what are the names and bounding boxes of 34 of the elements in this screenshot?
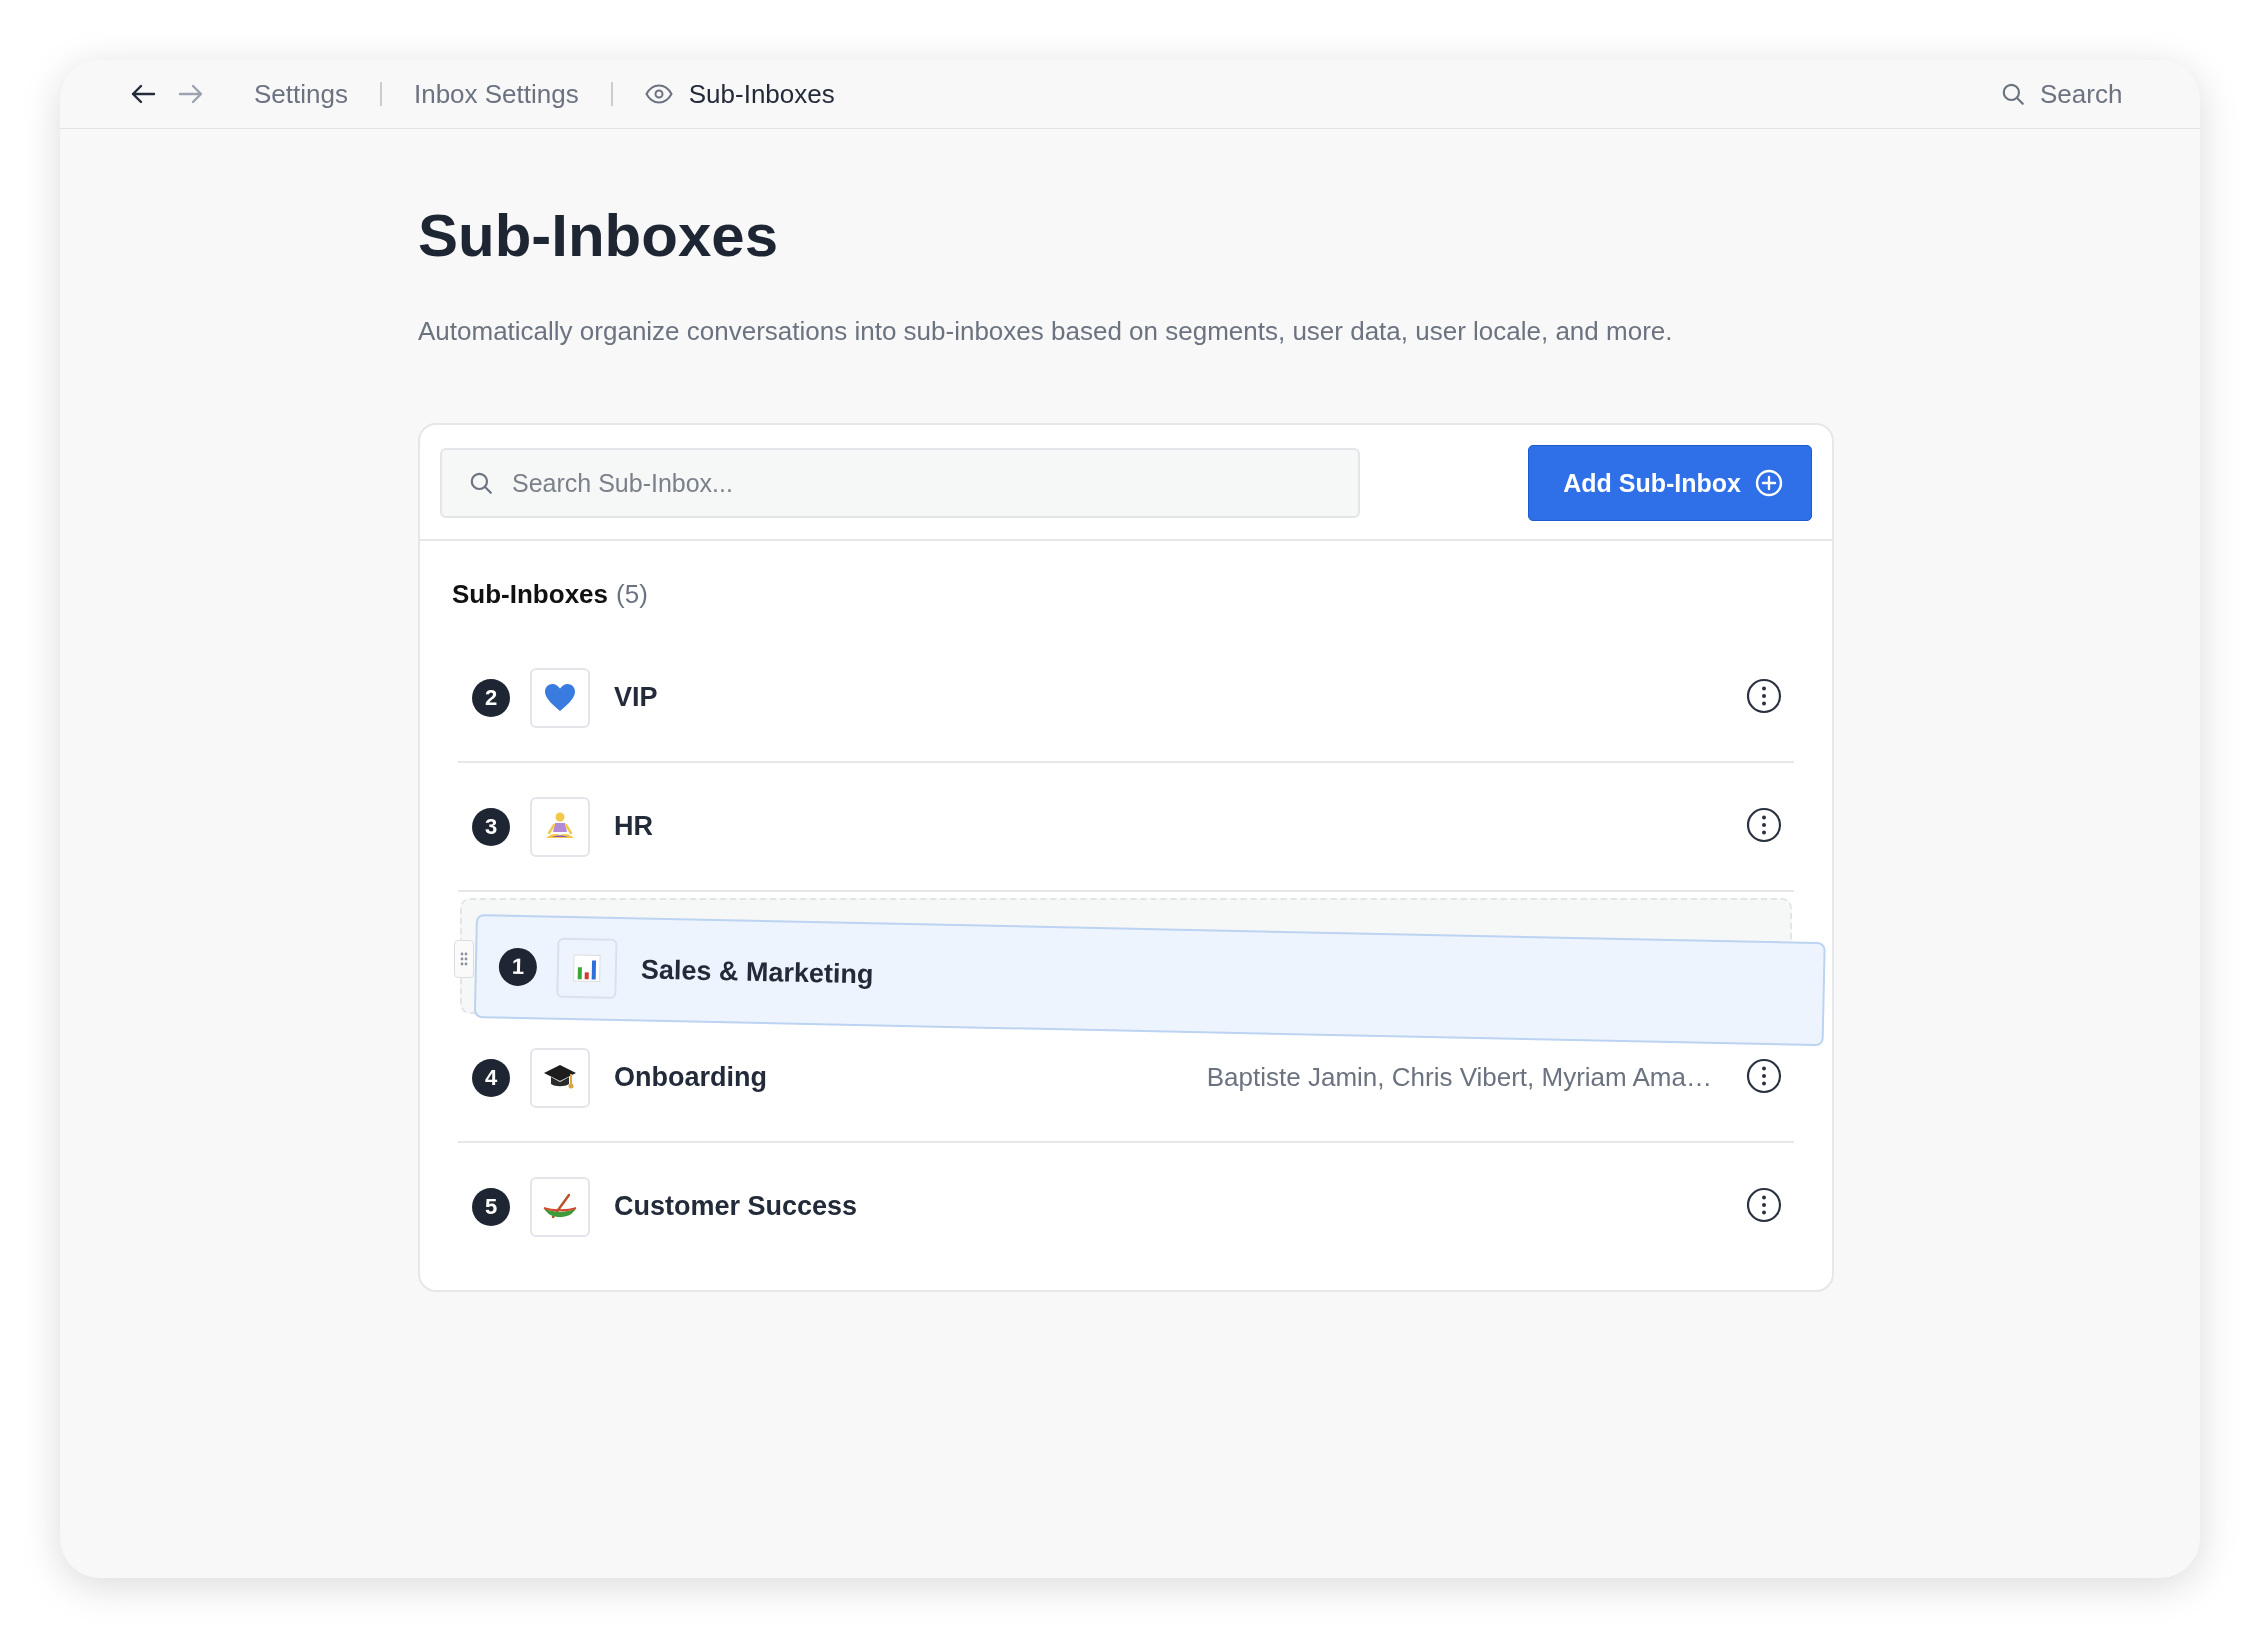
- order-number-badge: 5: [472, 1187, 510, 1226]
- plus-circle-icon: [1755, 469, 1783, 497]
- page-title: Sub-Inboxes: [418, 201, 780, 270]
- more-options-icon[interactable]: [1746, 677, 1782, 714]
- search-field[interactable]: Search: [2038, 77, 2132, 111]
- sub-inbox-search-field[interactable]: Search Sub-Inbox...: [440, 448, 1360, 518]
- search-icon: [2000, 81, 2026, 107]
- breadcrumb-link[interactable]: Settings: [254, 78, 348, 110]
- eye-icon: [644, 84, 673, 104]
- more-options-icon[interactable]: [1746, 1186, 1782, 1223]
- sub-inbox-name: Onboarding: [614, 1062, 767, 1093]
- add-sub-inbox-button[interactable]: Add Sub-Inbox: [1528, 445, 1812, 521]
- bar-chart-icon: [571, 953, 603, 984]
- back-arrow-icon[interactable]: [130, 83, 156, 105]
- sub-inbox-name: Sales & Marketing: [640, 953, 874, 990]
- breadcrumb-link[interactable]: Inbox Settings: [413, 78, 579, 110]
- assignee-list: Baptiste Jamin, Chris Vibert, Myriam Ama…: [1206, 1062, 1712, 1093]
- sub-inbox-name: HR: [614, 811, 653, 842]
- sub-inbox-name: Customer Success: [614, 1191, 858, 1222]
- order-number-badge: 3: [472, 807, 510, 846]
- search-icon: [468, 470, 494, 496]
- list-title: Sub-Inboxes: [452, 579, 608, 610]
- more-options-icon[interactable]: [1746, 1057, 1782, 1094]
- page-description: Automatically organize conversations into sub-inboxes based on segments, user data, user locale, and more.: [418, 316, 1674, 347]
- breadcrumb-link[interactable]: Sub-Inboxes: [688, 78, 835, 110]
- order-number-badge: 1: [498, 947, 538, 987]
- item-count: (5): [616, 579, 648, 610]
- sub-inbox-name: VIP: [614, 682, 658, 713]
- order-number-badge: 2: [472, 678, 510, 717]
- order-number-badge: 4: [472, 1058, 510, 1097]
- dragged-row-card[interactable]: 1 Sales & Marketing: [473, 914, 1826, 1047]
- heart-icon: [544, 682, 576, 713]
- more-options-icon[interactable]: [1746, 806, 1782, 843]
- drag-handle-icon[interactable]: [454, 940, 474, 978]
